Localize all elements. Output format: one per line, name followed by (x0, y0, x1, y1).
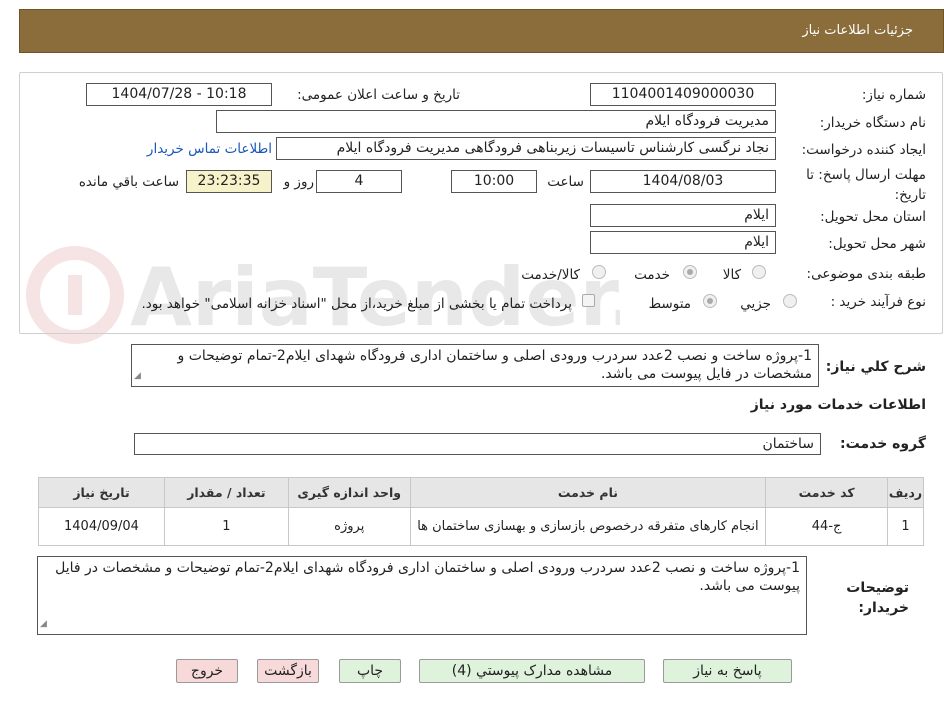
category-radio-service[interactable] (683, 265, 697, 279)
buyer-org-field: مدیریت فرودگاه ایلام (216, 110, 776, 133)
category-label: طبقه بندی موضوعی: (806, 266, 926, 282)
category-radio-goods[interactable] (752, 265, 766, 279)
page-header: جزئیات اطلاعات نیاز (19, 9, 944, 53)
process-option-minor: جزیي (740, 296, 771, 312)
process-label: نوع فرآیند خرید : (830, 294, 926, 310)
province-label: استان محل تحویل: (820, 209, 926, 225)
category-radio-goods-service[interactable] (592, 265, 606, 279)
process-radio-medium[interactable] (703, 294, 717, 308)
treasury-payment-note: پرداخت تمام یا بخشی از مبلغ خرید،از محل … (141, 296, 572, 312)
back-button[interactable]: بازگشت (257, 659, 319, 683)
province-field: ایلام (590, 204, 776, 227)
category-option-goods-service: کالا/خدمت (521, 267, 580, 283)
remaining-time-field: 23:23:35 (186, 170, 272, 193)
buyer-notes-textarea[interactable]: 1-پروژه ساخت و نصب 2عدد سردرب ورودی اصلی… (37, 556, 807, 635)
need-number-field: 1104001409000030 (590, 83, 776, 106)
services-section-title: اطلاعات خدمات مورد نياز (750, 397, 926, 413)
cell-unit: پروژه (287, 507, 411, 546)
deadline-date-field: 1404/08/03 (590, 170, 776, 193)
days-label: روز و (283, 174, 314, 190)
resize-handle-icon[interactable]: ◢ (40, 615, 47, 633)
col-qty-header: تعداد / مقدار (163, 477, 289, 508)
print-button[interactable]: چاپ (339, 659, 401, 683)
process-option-medium: متوسط (648, 296, 691, 312)
service-group-field: ساختمان (134, 433, 821, 455)
cell-date: 1404/09/04 (38, 507, 165, 546)
page-title: جزئیات اطلاعات نیاز (802, 23, 913, 38)
summary-text: 1-پروژه ساخت و نصب 2عدد سردرب ورودی اصلی… (177, 348, 812, 382)
col-name-header: نام خدمت (409, 477, 767, 508)
deadline-time-field: 10:00 (451, 170, 537, 193)
category-option-goods: کالا (722, 267, 741, 283)
resize-handle-icon[interactable]: ◢ (134, 367, 141, 385)
deadline-label: مهلت ارسال پاسخ: تا تاریخ: (806, 167, 926, 203)
city-label: شهر محل تحویل: (828, 236, 926, 252)
need-number-label: شماره نیاز: (861, 87, 926, 103)
announce-label: تاریخ و ساعت اعلان عمومی: (297, 87, 460, 103)
cell-qty: 1 (163, 507, 289, 546)
view-attachments-button[interactable]: مشاهده مدارک پیوستي (4) (419, 659, 645, 683)
summary-textarea[interactable]: 1-پروژه ساخت و نصب 2عدد سردرب ورودی اصلی… (131, 344, 819, 387)
requester-field: نجاد نرگسی کارشناس تاسیسات زیربناهی فرود… (276, 137, 776, 160)
col-unit-header: واحد اندازه گیری (287, 477, 411, 508)
city-field: ایلام (590, 231, 776, 254)
cell-code: ج-44 (765, 507, 889, 546)
col-code-header: کد خدمت (765, 477, 889, 508)
days-field: 4 (316, 170, 402, 193)
buyer-org-label: نام دستگاه خریدار: (819, 115, 926, 131)
reply-button[interactable]: پاسخ به نياز (663, 659, 792, 683)
time-label: ساعت (547, 174, 584, 190)
buyer-contact-link[interactable]: اطلاعات تماس خریدار (147, 141, 272, 157)
remaining-label: ساعت باقي مانده (78, 174, 179, 190)
cell-name: انجام کارهای متفرقه درخصوص بازسازی و بهس… (409, 507, 767, 546)
col-row-header: رديف (887, 477, 924, 508)
category-option-service: خدمت (634, 267, 670, 283)
buyer-notes-text: 1-پروژه ساخت و نصب 2عدد سردرب ورودی اصلی… (55, 560, 800, 594)
treasury-payment-checkbox[interactable] (582, 294, 595, 307)
summary-label: شرح كلي نياز: (825, 359, 926, 375)
cell-row: 1 (887, 507, 924, 546)
services-table: رديف کد خدمت نام خدمت واحد اندازه گیری ت… (38, 477, 924, 546)
process-radio-minor[interactable] (783, 294, 797, 308)
table-row: 1 ج-44 انجام کارهای متفرقه درخصوص بازساز… (38, 507, 924, 546)
requester-label: ایجاد کننده درخواست: (801, 142, 926, 158)
table-header-row: رديف کد خدمت نام خدمت واحد اندازه گیری ت… (38, 477, 924, 508)
service-group-label: گروه خدمت: (840, 436, 926, 452)
col-date-header: تاریخ نیاز (38, 477, 165, 508)
exit-button[interactable]: خروج (176, 659, 238, 683)
buyer-notes-label: توضيحات خريدار: (846, 580, 909, 616)
announce-datetime-field: 1404/07/28 - 10:18 (86, 83, 272, 106)
